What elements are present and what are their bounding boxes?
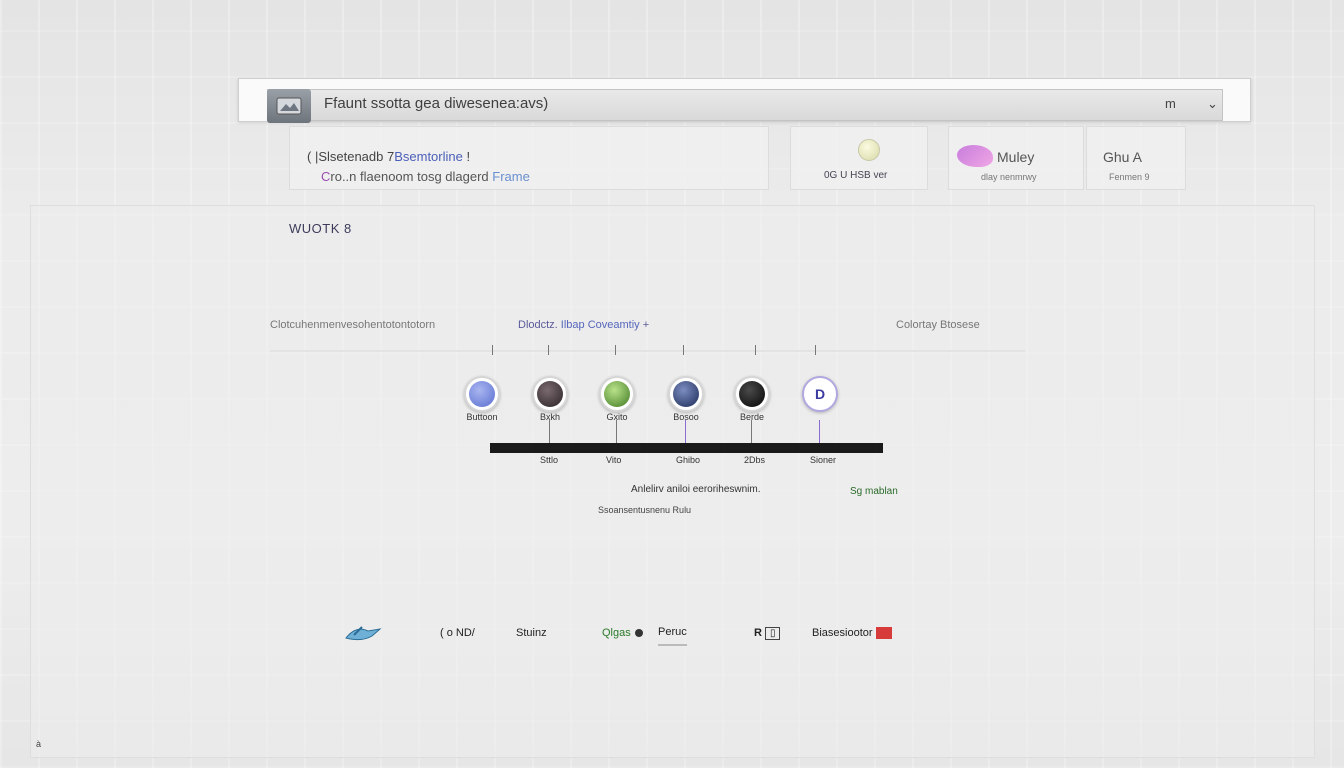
node-label: Bxkh <box>539 412 560 422</box>
node-icon <box>673 381 699 407</box>
node-stem <box>819 420 820 444</box>
status-text: 0G U HSB ver <box>824 170 888 181</box>
meta-subtitle: Fenmen 9 <box>1109 172 1150 182</box>
partner-logo[interactable]: Peruc <box>658 620 687 646</box>
row-label-mid: Dlodctz. Ilbap Coveamtiy + <box>518 319 650 331</box>
meta-card[interactable]: Ghu A Fenmen 9 <box>1086 126 1186 190</box>
window-title: Ffaunt ssotta gea diwesenea:avs) <box>324 95 549 112</box>
menu-button[interactable]: m <box>1165 96 1176 111</box>
box-icon: ▯ <box>764 626 781 640</box>
timeline-note-green: Sg mablan <box>850 486 898 497</box>
timeline-label: Sioner <box>810 455 837 465</box>
logo-row: ( o ND/ Stuinz Qlgas Peruc R ▯ Biasesioot… <box>330 620 892 648</box>
node-stem <box>751 420 752 444</box>
timeline-label: Ghibo <box>676 455 701 465</box>
node-icon <box>537 381 563 407</box>
search-subtitle: Cro..n flaenoom tosg dlagerd Frame <box>321 169 530 184</box>
timeline-label: Sttlo <box>540 455 559 465</box>
search-query: ( |Slsetenadb 7Bsemtorline ! <box>307 149 471 164</box>
user-card[interactable]: Muley dlay nenmrwy <box>948 126 1084 190</box>
node-icon <box>469 381 495 407</box>
tick-mark <box>755 345 756 355</box>
timeline-note-sub: Ssoansentusnenu Rulu <box>598 505 692 515</box>
node-label: Gxito <box>606 412 628 422</box>
bird-logo-icon[interactable] <box>344 620 386 646</box>
corner-marker: à <box>36 739 42 749</box>
node-stem <box>549 420 550 444</box>
timeline-bar[interactable] <box>490 443 883 453</box>
partner-logo[interactable]: Biasesiootor <box>812 620 892 646</box>
row-divider <box>270 350 1025 352</box>
partner-logo[interactable]: Stuinz <box>516 620 547 646</box>
timeline-label: Vito <box>606 455 622 465</box>
status-card[interactable]: 0G U HSB ver <box>790 126 928 190</box>
node-label: Berde <box>739 412 765 422</box>
tick-mark <box>492 345 493 355</box>
section-title: WUOTK 8 <box>289 221 352 236</box>
partner-logo[interactable]: ( o ND/ <box>440 620 475 646</box>
partner-logo[interactable]: Qlgas <box>602 620 643 646</box>
tick-mark <box>615 345 616 355</box>
user-subtitle: dlay nenmrwy <box>981 172 1037 182</box>
tick-mark <box>683 345 684 355</box>
node-icon <box>739 381 765 407</box>
red-flag-icon <box>875 627 892 639</box>
node-stem <box>616 420 617 444</box>
main-panel <box>30 205 1315 758</box>
search-card[interactable]: ( |Slsetenadb 7Bsemtorline ! Cro..n flae… <box>289 126 769 190</box>
node-label: Buttoon <box>466 412 498 422</box>
status-indicator-icon <box>858 139 880 161</box>
row-label-left: Clotcuhenmenvesohentotontotorn <box>270 319 436 331</box>
user-name: Muley <box>997 149 1035 165</box>
app-icon[interactable] <box>267 89 311 123</box>
top-bar: Ffaunt ssotta gea diwesenea:avs) m ⌄ <box>238 78 1251 123</box>
image-icon <box>276 97 302 115</box>
row-label-right: Colortay Btosese <box>896 319 980 331</box>
user-avatar-icon <box>957 145 993 167</box>
node-d-icon: D <box>807 381 833 407</box>
dot-icon <box>634 629 643 637</box>
node-stem <box>685 420 686 444</box>
timeline-note: Anlelirv aniloi eeroriheswnim. <box>631 484 761 495</box>
timeline-label: 2Dbs <box>744 455 766 465</box>
node-icon <box>604 381 630 407</box>
meta-title: Ghu A <box>1103 149 1142 165</box>
chevron-down-icon[interactable]: ⌄ <box>1207 96 1218 112</box>
node-label: Bosoo <box>673 412 699 422</box>
partner-logo[interactable]: R ▯ <box>754 620 781 646</box>
tick-mark <box>815 345 816 355</box>
tick-mark <box>548 345 549 355</box>
